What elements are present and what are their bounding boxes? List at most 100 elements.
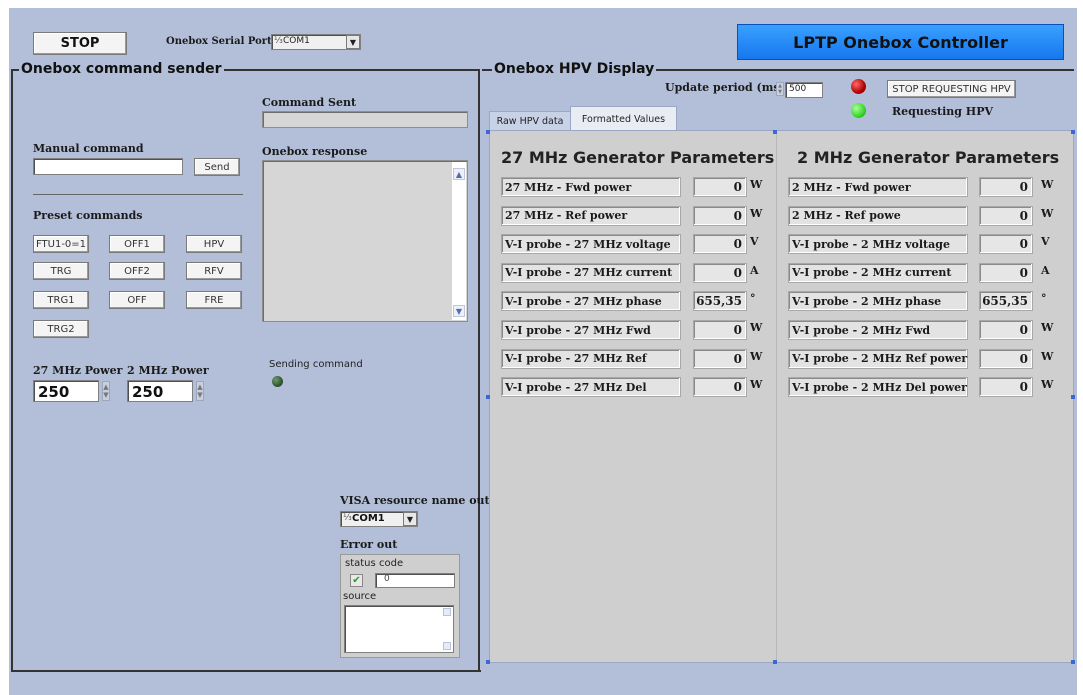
tab-formatted-label: Formatted Values (581, 114, 666, 125)
gen27-param-value: 0 (693, 320, 747, 340)
visa-resource-icon: ⅓ (343, 513, 352, 523)
gen27-param-value: 0 (693, 234, 747, 255)
error-out-label: Error out (340, 538, 398, 551)
status-checkmark-icon: ✔ (350, 574, 363, 587)
sending-command-label: Sending command (269, 359, 363, 370)
visa-resource-value: COM1 (352, 513, 385, 524)
gen2-param-unit: W (1041, 378, 1054, 392)
preset-button-off[interactable]: OFF (109, 291, 165, 309)
visa-resource-select[interactable]: ⅓ COM1 ▼ (340, 511, 418, 527)
resize-handle (773, 130, 777, 134)
gen27-param-value: 0 (693, 205, 747, 226)
sender-frame-left (11, 69, 13, 671)
gen2-param-unit: A (1041, 263, 1050, 277)
gen2-param-name: V-I probe - 2 MHz Del power (788, 377, 968, 398)
visa-resource-label: VISA resource name out (340, 494, 490, 507)
error-source-field[interactable] (344, 605, 454, 653)
stop-requesting-hpv-button[interactable]: STOP REQUESTING HPV (887, 80, 1016, 98)
requesting-hpv-label: Requesting HPV (892, 105, 993, 118)
tab-raw-hpv-data[interactable]: Raw HPV data (489, 111, 571, 131)
gen27-param-name: V-I probe - 27 MHz voltage (501, 234, 681, 255)
front-panel: STOP Onebox Serial Port ⅓ COM1 ▼ LPTP On… (9, 8, 1077, 695)
response-scrollbar[interactable] (452, 162, 466, 320)
visa-icon: ⅓ (274, 36, 283, 46)
gen27-param-name: V-I probe - 27 MHz Ref (501, 348, 681, 369)
source-scroll-down-icon[interactable] (443, 642, 451, 650)
preset-button-fre[interactable]: FRE (186, 291, 242, 309)
gen27-param-name: V-I probe - 27 MHz Fwd (501, 320, 681, 340)
code-value: 0 (384, 574, 390, 584)
chevron-down-icon[interactable]: ▼ (403, 512, 417, 526)
gen2-param-value: 0 (979, 234, 1033, 255)
stop-requesting-led-icon (851, 79, 866, 94)
gen2-param-value: 0 (979, 348, 1033, 369)
gen27-param-name: V-I probe - 27 MHz current (501, 262, 681, 283)
command-sent-display (262, 111, 468, 128)
error-code-field[interactable]: 0 (375, 573, 455, 588)
manual-divider (33, 194, 243, 195)
resize-handle (486, 660, 490, 664)
preset-button-hpv[interactable]: HPV (186, 235, 242, 253)
code-label: code (379, 558, 404, 569)
gen2-param-name: V-I probe - 2 MHz current (788, 262, 968, 283)
gen2-param-value: 0 (979, 262, 1033, 283)
gen27-param-value: 0 (693, 262, 747, 283)
manual-command-input[interactable] (33, 158, 183, 175)
preset-button-trg2[interactable]: TRG2 (33, 320, 89, 338)
update-period-input[interactable]: 500 (785, 82, 823, 98)
scroll-down-icon[interactable]: ▼ (453, 305, 465, 317)
app-title: LPTP Onebox Controller (793, 32, 1008, 52)
resize-handle (773, 660, 777, 664)
preset-button-trg[interactable]: TRG (33, 262, 89, 280)
gen27-param-unit: W (750, 349, 763, 363)
command-sent-label: Command Sent (262, 96, 357, 109)
manual-command-label: Manual command (33, 142, 144, 155)
power27-stepper-icon[interactable]: ▲ ▼ (102, 381, 110, 401)
preset-button-rfv[interactable]: RFV (186, 262, 242, 280)
gen2-param-unit: ° (1041, 292, 1047, 306)
chevron-down-icon[interactable]: ▼ (346, 35, 360, 49)
gen2-param-name: V-I probe - 2 MHz phase (788, 291, 968, 312)
power27-input[interactable]: 250 (33, 380, 99, 402)
preset-button-ftu1[interactable]: FTU1-0=1 (33, 235, 89, 253)
gen27-param-unit: W (750, 206, 763, 220)
tab-formatted-values[interactable]: Formatted Values (570, 106, 677, 132)
status-label: status (345, 558, 376, 569)
gen2-param-name: V-I probe - 2 MHz Ref power (788, 348, 968, 369)
power2-input[interactable]: 250 (127, 380, 193, 402)
scroll-up-icon[interactable]: ▲ (453, 168, 465, 180)
update-period-stepper-icon[interactable]: ▲ ▼ (776, 82, 784, 96)
gen27-param-value: 655,35 (693, 291, 747, 312)
resize-handle (1071, 130, 1075, 134)
stop-button[interactable]: STOP (33, 32, 127, 55)
gen2-param-value: 655,35 (979, 291, 1033, 312)
source-scroll-up-icon[interactable] (443, 608, 451, 616)
gen27-param-value: 0 (693, 348, 747, 369)
sending-led-icon (272, 376, 283, 387)
gen-divider (776, 131, 777, 662)
preset-button-off2[interactable]: OFF2 (109, 262, 165, 280)
preset-button-trg1[interactable]: TRG1 (33, 291, 89, 309)
preset-button-off1[interactable]: OFF1 (109, 235, 165, 253)
onebox-response-display: ▲ ▼ (262, 160, 468, 322)
gen2-param-value: 0 (979, 377, 1033, 398)
power27-value: 250 (38, 383, 70, 401)
power2-stepper-icon[interactable]: ▲ ▼ (196, 381, 204, 401)
section-divider (478, 69, 480, 671)
gen2-param-unit: W (1041, 206, 1054, 220)
sender-frame-bottom (11, 670, 481, 672)
gen27-param-value: 0 (693, 377, 747, 398)
resize-handle (486, 130, 490, 134)
resize-handle (1071, 395, 1075, 399)
serial-port-select[interactable]: ⅓ COM1 ▼ (271, 34, 361, 50)
resize-handle (486, 395, 490, 399)
gen27-param-name: 27 MHz - Fwd power (501, 177, 681, 197)
send-button[interactable]: Send (194, 158, 240, 176)
gen27-param-name: 27 MHz - Ref power (501, 205, 681, 226)
error-out-cluster: status code ✔ 0 source (340, 554, 460, 658)
gen2-param-name: 2 MHz - Fwd power (788, 177, 968, 197)
source-label: source (343, 591, 377, 602)
power27-label: 27 MHz Power (33, 364, 123, 377)
onebox-response-label: Onebox response (262, 145, 368, 158)
update-period-label: Update period (ms) (665, 81, 785, 94)
